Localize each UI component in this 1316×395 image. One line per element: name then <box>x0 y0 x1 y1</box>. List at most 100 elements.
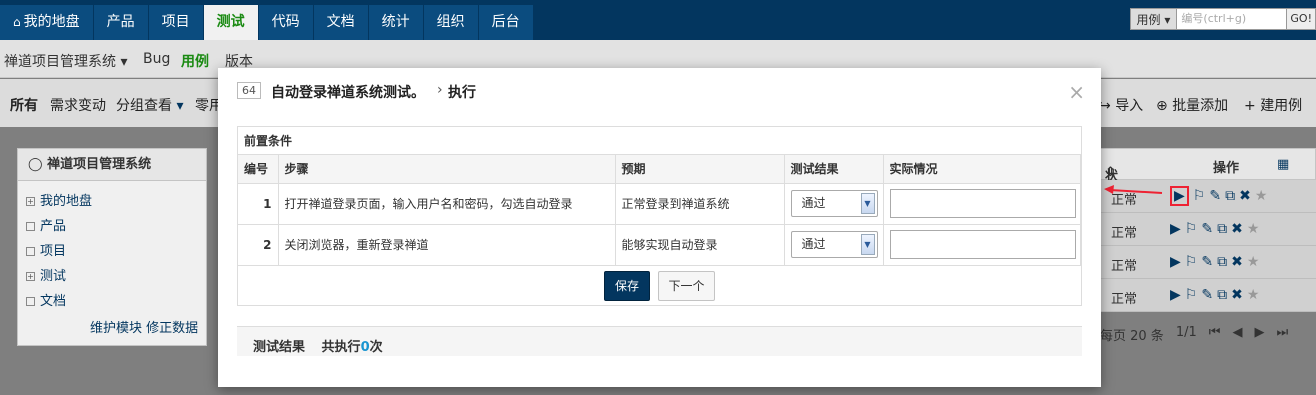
first-page-icon[interactable]: ⏮ <box>1209 325 1221 344</box>
run-icon[interactable]: ▶ <box>1170 186 1189 206</box>
col-step: 步骤 <box>278 155 616 184</box>
pager: 每页 20 条 1/1 ⏮ ◀ ▶ ⏭ <box>1100 325 1288 344</box>
edit-icon[interactable]: ✎ <box>1201 254 1213 270</box>
bug-icon: ★ <box>1246 287 1260 303</box>
row-actions: ▶ ⚐ ✎ ⧉ ✖ ★ <box>1170 287 1259 303</box>
bug-icon: ★ <box>1254 188 1268 204</box>
filter-all[interactable]: 所有 <box>10 95 38 115</box>
run-icon[interactable]: ▶ <box>1170 254 1181 270</box>
last-page-icon[interactable]: ⏭ <box>1276 325 1288 344</box>
delete-icon[interactable]: ✖ <box>1239 188 1251 206</box>
actual-textarea[interactable] <box>889 189 1076 218</box>
copy-icon[interactable]: ⧉ <box>1225 188 1235 206</box>
module-tree-footer: 维护模块 修正数据 <box>90 317 198 336</box>
table-settings-icon[interactable]: ▦ <box>1277 157 1289 172</box>
row-actions: ▶ ⚐ ✎ ⧉ ✖ ★ <box>1170 186 1268 206</box>
plus-circle-icon: ⊕ <box>1156 98 1168 114</box>
modal-title: 自动登录禅道系统测试。 <box>271 85 425 101</box>
leaf-icon <box>26 222 35 231</box>
chevron-down-icon: ▼ <box>860 234 875 255</box>
copy-icon[interactable]: ⧉ <box>1217 287 1227 303</box>
nav-my[interactable]: ⌂ 我的地盘 <box>0 5 93 40</box>
step-result-cell: 通过 ▼ <box>784 224 884 266</box>
tree-node[interactable]: + 测试 <box>26 264 206 289</box>
result-select[interactable]: 通过 ▼ <box>790 190 878 217</box>
edit-icon[interactable]: ✎ <box>1209 188 1221 206</box>
nav-project[interactable]: 项目 <box>148 5 203 40</box>
exec-count: 共执行0次 <box>321 340 383 355</box>
next-button[interactable]: 下一个 <box>658 270 715 301</box>
steps-table-header: 编号 步骤 预期 测试结果 实际情况 <box>238 155 1081 184</box>
next-page-icon[interactable]: ▶ <box>1254 325 1264 344</box>
expand-icon[interactable]: + <box>26 272 35 281</box>
step-desc: 打开禅道登录页面，输入用户名和密码，勾选自动登录 <box>278 183 616 225</box>
maintain-module-link[interactable]: 维护模块 <box>90 321 142 336</box>
row-actions: ▶ ⚐ ✎ ⧉ ✖ ★ <box>1170 254 1259 270</box>
edit-icon[interactable]: ✎ <box>1201 287 1213 303</box>
col-actual: 实际情况 <box>883 155 1081 184</box>
table-row: 2 关闭浏览器，重新登录禅道 能够实现自动登录 通过 ▼ <box>238 224 1081 266</box>
delete-icon[interactable]: ✖ <box>1231 254 1243 270</box>
search-input[interactable]: 编号(ctrl+g) <box>1177 8 1288 30</box>
plus-icon: + <box>1244 98 1256 114</box>
nav-report[interactable]: 统计 <box>368 5 423 40</box>
bug-icon: ★ <box>1246 221 1260 237</box>
run-icon[interactable]: ▶ <box>1170 287 1181 303</box>
results-icon[interactable]: ⚐ <box>1185 221 1198 237</box>
edit-icon[interactable]: ✎ <box>1201 221 1213 237</box>
delete-icon[interactable]: ✖ <box>1231 221 1243 237</box>
results-icon[interactable]: ⚐ <box>1185 287 1198 303</box>
save-button[interactable]: 保存 <box>604 270 650 301</box>
batch-add-button[interactable]: ⊕ 批量添加 <box>1156 95 1228 115</box>
nav-qa[interactable]: 测试 <box>203 5 258 40</box>
results-bar: 测试结果 共执行0次 <box>237 326 1082 356</box>
import-button[interactable]: ↪ 导入 <box>1099 95 1143 115</box>
results-icon[interactable]: ⚐ <box>1185 254 1198 270</box>
nav-product[interactable]: 产品 <box>93 5 148 40</box>
filter-group-view[interactable]: 分组查看 ▾ <box>116 95 183 115</box>
row-actions: ▶ ⚐ ✎ ⧉ ✖ ★ <box>1170 221 1259 237</box>
delete-icon[interactable]: ✖ <box>1231 287 1243 303</box>
nav-admin[interactable]: 后台 <box>478 5 533 40</box>
close-icon[interactable]: × <box>1068 80 1085 104</box>
copy-icon[interactable]: ⧉ <box>1217 254 1227 270</box>
module-tree-title: ◯ 禅道项目管理系统 <box>18 149 206 181</box>
filter-need-change[interactable]: 需求变动 <box>50 95 106 115</box>
create-case-button[interactable]: + 建用例 <box>1244 95 1302 115</box>
search-go-button[interactable]: GO! <box>1287 8 1316 30</box>
run-icon[interactable]: ▶ <box>1170 221 1181 237</box>
subnav-bug[interactable]: Bug <box>143 51 170 67</box>
table-row: 1 打开禅道登录页面，输入用户名和密码，勾选自动登录 正常登录到禅道系统 通过 ▼ <box>238 183 1081 225</box>
prev-page-icon[interactable]: ◀ <box>1232 325 1242 344</box>
results-label: 测试结果 <box>253 340 306 355</box>
search-type-select[interactable]: 用例 ▾ <box>1129 8 1178 30</box>
bug-icon: ★ <box>1246 254 1260 270</box>
per-page-select[interactable]: 每页 20 条 <box>1100 325 1164 344</box>
expand-icon[interactable]: + <box>26 197 35 206</box>
nav-code[interactable]: 代码 <box>258 5 313 40</box>
modal-header: 64 自动登录禅道系统测试。 › 执行 × <box>218 68 1101 114</box>
tree-node[interactable]: 产品 <box>26 214 206 239</box>
case-list-header: 状态 ⇕ 操作 ▦ <box>1100 148 1316 203</box>
actual-textarea[interactable] <box>889 230 1076 259</box>
modal-buttons: 保存 下一个 <box>238 266 1081 306</box>
result-select[interactable]: 通过 ▼ <box>790 231 878 258</box>
tree-node[interactable]: + 我的地盘 <box>26 189 206 214</box>
module-tree-panel: ◯ 禅道项目管理系统 + 我的地盘 产品 项目 + 测试 文档 维护模块 修正数据 <box>17 148 207 346</box>
copy-icon[interactable]: ⧉ <box>1217 221 1227 237</box>
cube-icon: ◯ <box>28 157 43 172</box>
results-icon[interactable]: ⚐ <box>1193 188 1206 206</box>
table-row: 正常 ▶ ⚐ ✎ ⧉ ✖ ★ <box>1100 279 1316 312</box>
subnav-case[interactable]: 用例 <box>181 51 209 71</box>
tree-node[interactable]: 文档 <box>26 289 206 314</box>
nav-company[interactable]: 组织 <box>423 5 478 40</box>
nav-doc[interactable]: 文档 <box>313 5 368 40</box>
step-actual-cell <box>883 224 1081 266</box>
product-switcher[interactable]: 禅道项目管理系统 ▾ <box>4 51 127 71</box>
leaf-icon <box>26 247 35 256</box>
fix-data-link[interactable]: 修正数据 <box>146 321 198 336</box>
main-menu: ⌂ 我的地盘 产品 项目 测试 代码 文档 统计 组织 后台 <box>0 5 534 40</box>
step-desc: 关闭浏览器，重新登录禅道 <box>278 224 616 266</box>
step-expect: 能够实现自动登录 <box>615 224 785 266</box>
tree-node[interactable]: 项目 <box>26 239 206 264</box>
